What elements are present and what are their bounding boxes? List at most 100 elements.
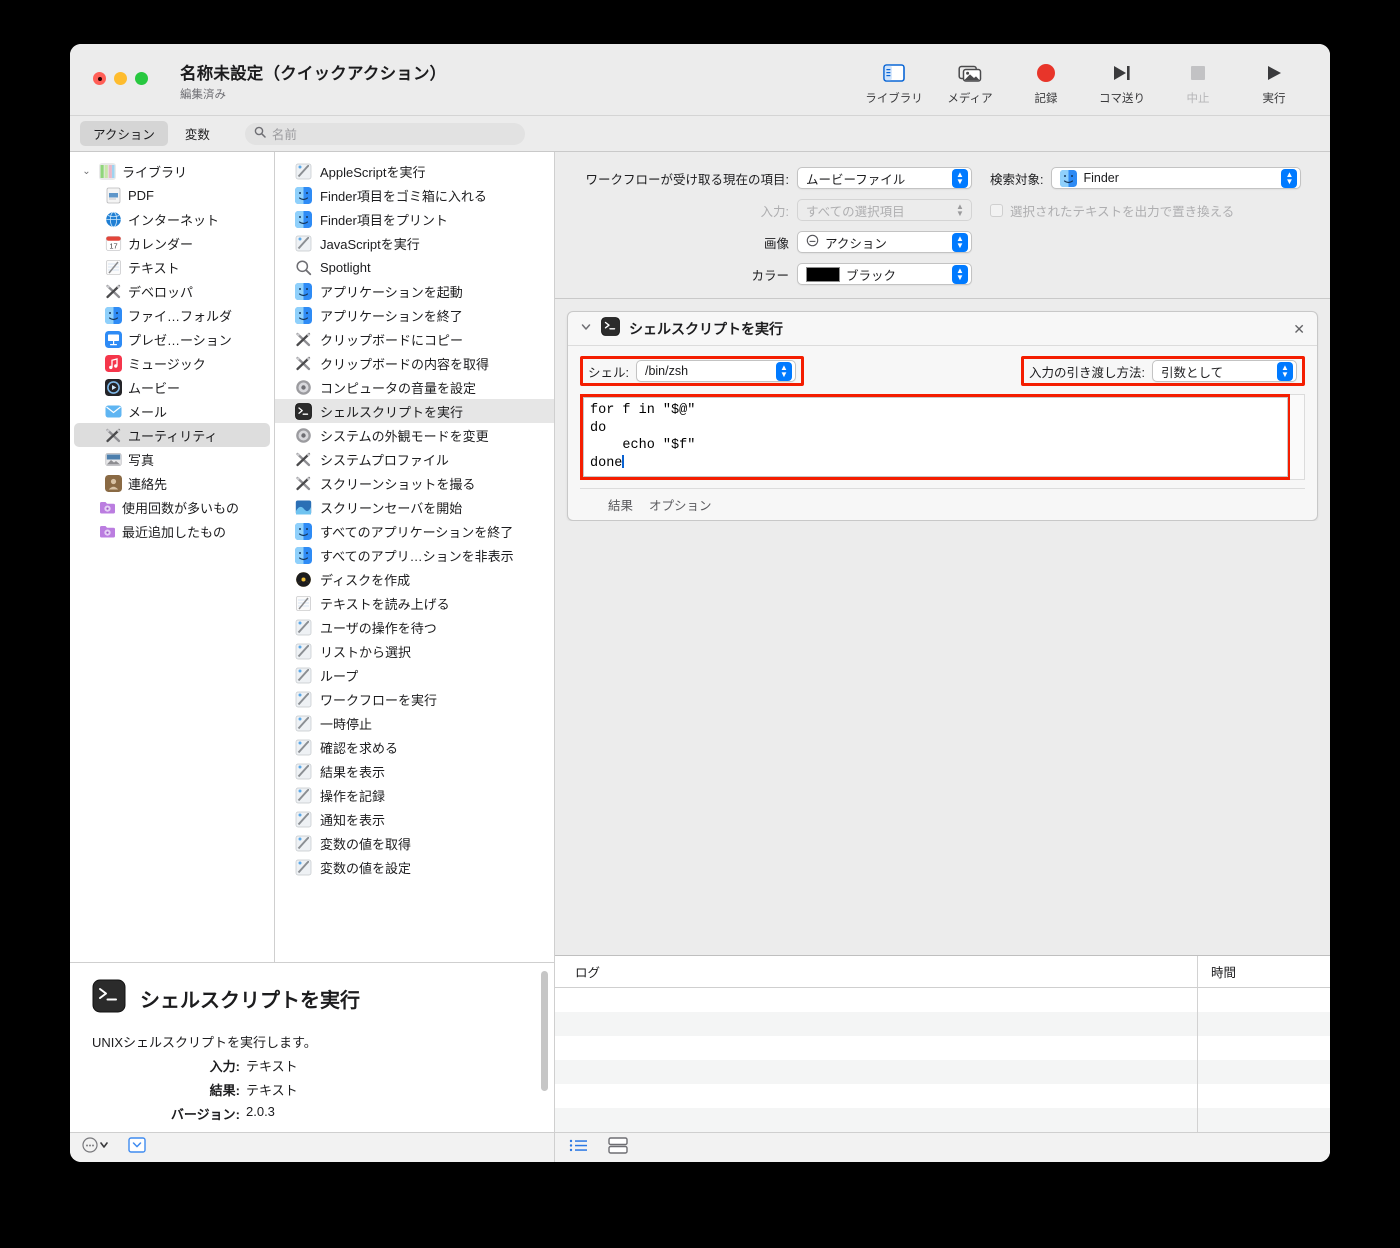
library-panel-icon xyxy=(883,62,905,84)
workflow-canvas-empty-area[interactable] xyxy=(555,521,1330,955)
search-target-dropdown[interactable]: Finder ▲ ▼ xyxy=(1051,167,1302,189)
receives-dropdown[interactable]: ムービーファイル ▲ ▼ xyxy=(797,167,972,189)
library-item-15[interactable]: 最近追加したもの xyxy=(70,519,274,543)
library-item-6[interactable]: ファイ…フォルダ xyxy=(70,303,274,327)
library-item-11[interactable]: ユーティリティ xyxy=(74,423,270,447)
action-item-4[interactable]: Spotlight xyxy=(275,255,554,279)
action-item-28[interactable]: 変数の値を取得 xyxy=(275,831,554,855)
library-item-3[interactable]: 17 カレンダー xyxy=(70,231,274,255)
info-scrollbar[interactable] xyxy=(541,971,548,1091)
action-item-13[interactable]: スクリーンショットを撮る xyxy=(275,471,554,495)
more-options-menu-button[interactable] xyxy=(82,1137,112,1158)
action-item-label: すべてのアプリ…ションを非表示 xyxy=(320,548,514,564)
action-item-16[interactable]: すべてのアプリ…ションを非表示 xyxy=(275,543,554,567)
library-item-0[interactable]: ⌄ ライブラリ xyxy=(70,159,274,183)
chevron-updown-icon: ▲ ▼ xyxy=(775,361,792,381)
finder-icon xyxy=(105,306,122,324)
action-badge-icon xyxy=(806,234,819,250)
action-item-26[interactable]: 操作を記録 xyxy=(275,783,554,807)
library-item-10[interactable]: メール xyxy=(70,399,274,423)
library-item-1[interactable]: PDF xyxy=(70,183,274,207)
library-item-2[interactable]: インターネット xyxy=(70,207,274,231)
action-item-3[interactable]: JavaScriptを実行 xyxy=(275,231,554,255)
action-item-15[interactable]: すべてのアプリケーションを終了 xyxy=(275,519,554,543)
toolbar-button-media[interactable]: メディア xyxy=(932,56,1008,106)
table-row[interactable] xyxy=(555,1012,1330,1036)
log-split-view-button[interactable] xyxy=(608,1136,628,1159)
action-item-7[interactable]: クリップボードにコピー xyxy=(275,327,554,351)
library-item-12[interactable]: 写真 xyxy=(70,447,274,471)
library-item-13[interactable]: 連絡先 xyxy=(70,471,274,495)
library-item-14[interactable]: 使用回数が多いもの xyxy=(70,495,274,519)
replace-text-checkbox[interactable] xyxy=(990,203,1003,217)
action-item-25[interactable]: 結果を表示 xyxy=(275,759,554,783)
image-dropdown[interactable]: アクション ▲ ▼ xyxy=(797,231,972,253)
tab-options[interactable]: オプション xyxy=(649,495,712,514)
tab-variables[interactable]: 変数 xyxy=(172,121,223,146)
table-row[interactable] xyxy=(555,1060,1330,1084)
pass-input-dropdown[interactable]: 引数として ▲ ▼ xyxy=(1152,360,1297,382)
library-item-7[interactable]: プレゼ…ーション xyxy=(70,327,274,351)
action-item-2[interactable]: Finder項目をプリント xyxy=(275,207,554,231)
action-item-18[interactable]: テキストを読み上げる xyxy=(275,591,554,615)
disclosure-chevron-icon[interactable]: ⌄ xyxy=(80,166,93,177)
actions-list[interactable]: AppleScriptを実行 Finder項目をゴミ箱に入れる Finder項目をプ… xyxy=(275,152,554,962)
input-dropdown[interactable]: すべての選択項目 ▲ ▼ xyxy=(797,199,972,221)
action-item-0[interactable]: AppleScriptを実行 xyxy=(275,159,554,183)
action-item-6[interactable]: アプリケーションを終了 xyxy=(275,303,554,327)
action-item-12[interactable]: システムプロファイル xyxy=(275,447,554,471)
action-item-8[interactable]: クリップボードの内容を取得 xyxy=(275,351,554,375)
action-item-17[interactable]: ディスクを作成 xyxy=(275,567,554,591)
shell-dropdown[interactable]: /bin/zsh ▲ ▼ xyxy=(635,360,796,382)
disclosure-chevron-icon[interactable] xyxy=(580,320,592,338)
toolbar-button-record[interactable]: 記録 xyxy=(1008,56,1084,106)
info-key: 結果: xyxy=(209,1083,240,1098)
library-tree[interactable]: ⌄ ライブラリ PDF インターネット 17 カレンダー テキストデベロッパファイ…フォルダ… xyxy=(70,152,275,962)
pass-input-annotation-box: 入力の引き渡し方法: 引数として ▲ ▼ xyxy=(1021,356,1305,386)
action-item-21[interactable]: ループ xyxy=(275,663,554,687)
library-item-5[interactable]: デベロッパ xyxy=(70,279,274,303)
action-item-20[interactable]: リストから選択 xyxy=(275,639,554,663)
library-item-9[interactable]: ムービー xyxy=(70,375,274,399)
action-item-9[interactable]: コンピュータの音量を設定 xyxy=(275,375,554,399)
library-item-8[interactable]: ミュージック xyxy=(70,351,274,375)
log-list-view-button[interactable] xyxy=(569,1138,588,1158)
table-row[interactable] xyxy=(555,1084,1330,1108)
log-body[interactable] xyxy=(555,988,1330,1132)
action-item-1[interactable]: Finder項目をゴミ箱に入れる xyxy=(275,183,554,207)
chevron-down-toggle-button[interactable] xyxy=(128,1137,146,1158)
minimize-window-button[interactable] xyxy=(114,72,127,85)
toolbar-button-library[interactable]: ライブラリ xyxy=(856,56,932,106)
toolbar-button-stop[interactable]: 中止 xyxy=(1160,56,1236,106)
maximize-window-button[interactable] xyxy=(135,72,148,85)
action-item-24[interactable]: 確認を求める xyxy=(275,735,554,759)
action-item-11[interactable]: システムの外観モードを変更 xyxy=(275,423,554,447)
script-textarea[interactable]: for f in "$@" do echo "$f" done xyxy=(583,397,1288,477)
color-dropdown[interactable]: ブラック ▲ ▼ xyxy=(797,263,972,285)
log-column-header-time[interactable]: 時間 xyxy=(1198,956,1330,987)
action-item-label: アプリケーションを起動 xyxy=(320,284,463,300)
tab-results[interactable]: 結果 xyxy=(608,495,633,514)
toolbar-label: 中止 xyxy=(1186,93,1210,105)
library-item-4[interactable]: テキスト xyxy=(70,255,274,279)
table-row[interactable] xyxy=(555,1108,1330,1132)
table-row[interactable] xyxy=(555,988,1330,1012)
action-item-19[interactable]: ユーザの操作を待つ xyxy=(275,615,554,639)
action-item-14[interactable]: スクリーンセーバを開始 xyxy=(275,495,554,519)
action-item-29[interactable]: 変数の値を設定 xyxy=(275,855,554,879)
action-item-23[interactable]: 一時停止 xyxy=(275,711,554,735)
library-item-label: デベロッパ xyxy=(128,284,194,300)
table-row[interactable] xyxy=(555,1036,1330,1060)
action-item-27[interactable]: 通知を表示 xyxy=(275,807,554,831)
action-item-5[interactable]: アプリケーションを起動 xyxy=(275,279,554,303)
log-column-header-log[interactable]: ログ xyxy=(555,956,1198,987)
script-scrollbar[interactable] xyxy=(1290,394,1305,480)
action-item-22[interactable]: ワークフローを実行 xyxy=(275,687,554,711)
action-item-10[interactable]: シェルスクリプトを実行 xyxy=(275,399,554,423)
toolbar-button-step[interactable]: コマ送り xyxy=(1084,56,1160,106)
search-input[interactable]: 名前 xyxy=(244,122,525,145)
toolbar-button-run[interactable]: 実行 xyxy=(1236,56,1312,106)
tab-actions[interactable]: アクション xyxy=(80,121,168,146)
close-window-button[interactable] xyxy=(93,72,106,85)
close-icon[interactable]: ✕ xyxy=(1293,321,1305,338)
